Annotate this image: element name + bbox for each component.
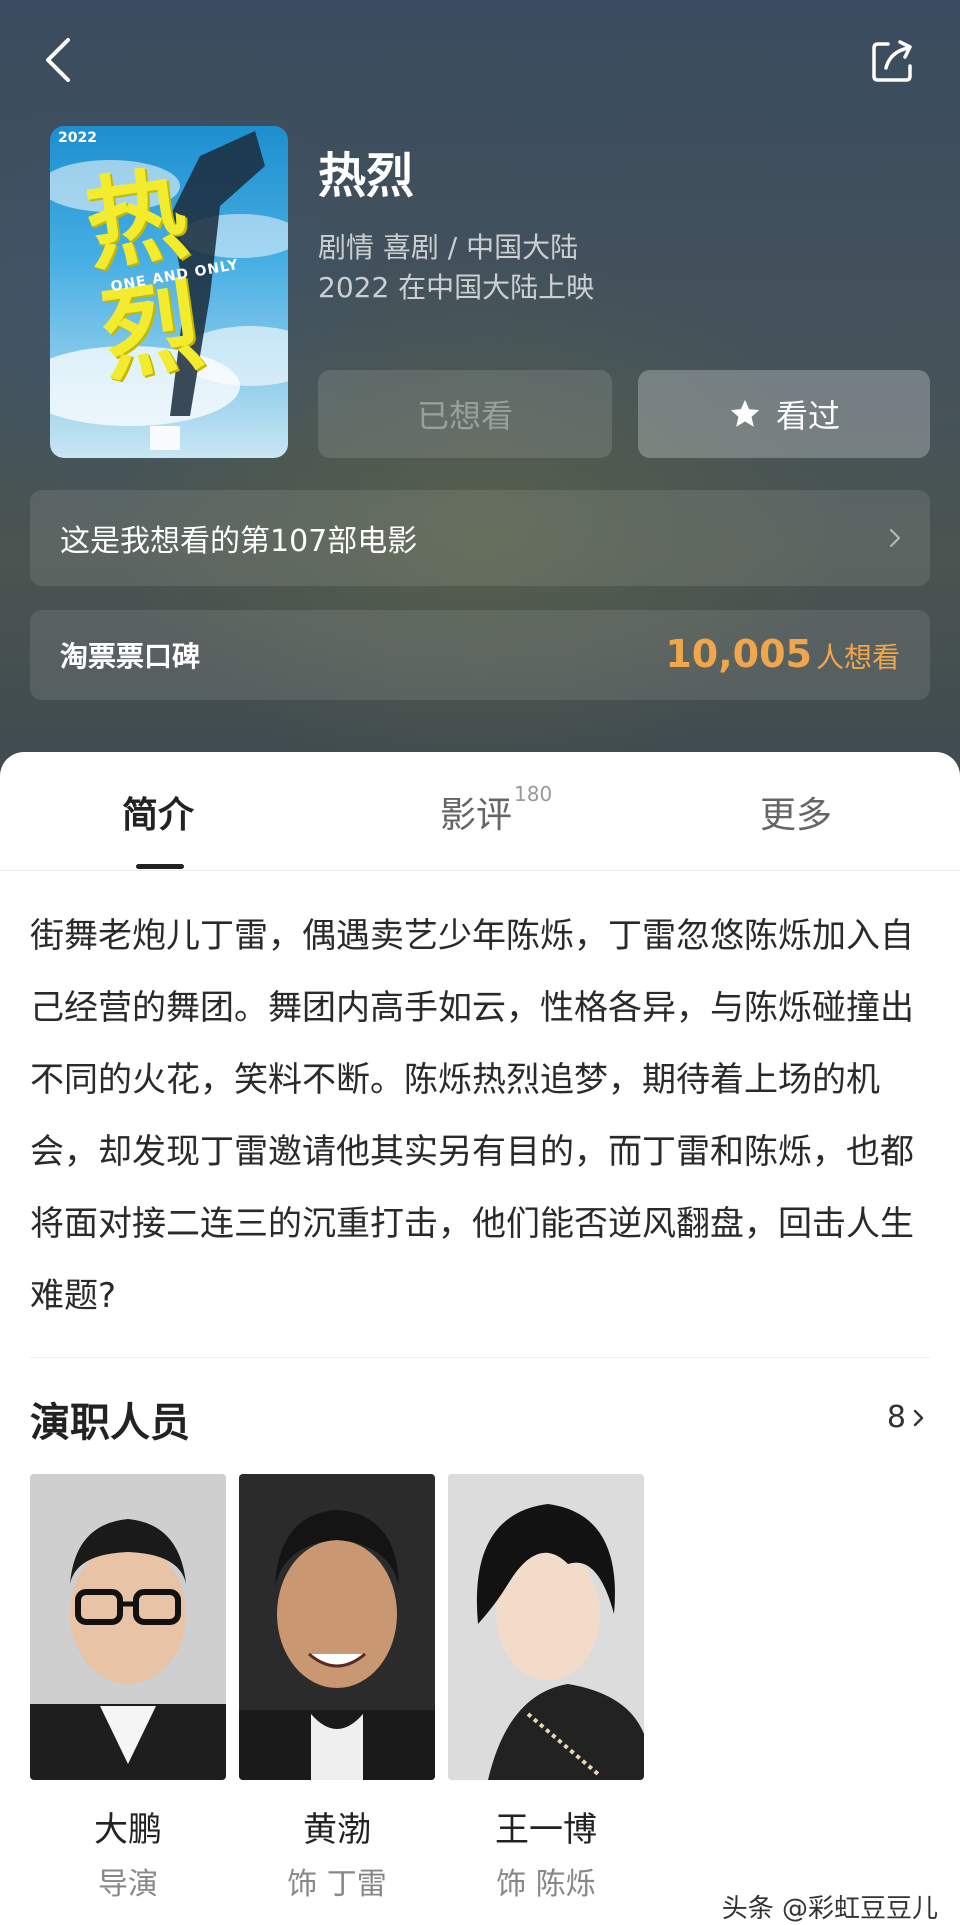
want-to-watch-button[interactable]: 已想看	[318, 370, 612, 458]
cast-name: 黄渤	[303, 1810, 371, 1850]
want-count-unit: 人想看	[815, 641, 900, 674]
movie-release-info: 2022 在中国大陆上映	[318, 271, 595, 304]
cast-count: 8	[886, 1400, 906, 1435]
want-count-number: 10,005	[665, 632, 812, 676]
movie-header: 2022 热烈 ONE AND ONLY 热烈 剧情 喜剧 / 中国大陆 202…	[0, 0, 960, 790]
want-count-note[interactable]: 这是我想看的第107部电影	[30, 490, 930, 586]
tab-reviews-count: 180	[514, 782, 553, 806]
cast-card[interactable]: 黄渤 饰 丁雷	[239, 1474, 435, 1903]
want-count: 10,005 人想看	[665, 632, 900, 676]
cast-role: 饰 陈烁	[496, 1867, 596, 1902]
cast-photo	[239, 1474, 435, 1780]
cast-role: 饰 丁雷	[287, 1867, 387, 1902]
tab-bar: 简介 影评180 更多	[0, 752, 960, 871]
movie-poster[interactable]: 2022 热烈 ONE AND ONLY	[50, 126, 288, 458]
watched-button[interactable]: 看过	[638, 370, 930, 458]
tab-more[interactable]: 更多	[760, 786, 832, 838]
cast-see-all[interactable]: 8	[887, 1400, 926, 1435]
movie-genre-region: 剧情 喜剧 / 中国大陆	[318, 231, 579, 264]
synopsis-text: 街舞老炮儿丁雷，偶遇卖艺少年陈烁，丁雷忽悠陈烁加入自己经营的舞团。舞团内高手如云…	[30, 916, 914, 1316]
share-button[interactable]	[868, 36, 918, 86]
want-to-watch-label: 已想看	[416, 397, 513, 435]
detail-sheet: 简介 影评180 更多 街舞老炮儿丁雷，偶遇卖艺少年陈烁，丁雷忽悠陈烁加入自己经…	[0, 752, 960, 1909]
active-tab-indicator	[136, 864, 184, 869]
back-button[interactable]	[40, 30, 80, 90]
cast-card[interactable]: 王一博 饰 陈烁	[448, 1474, 644, 1903]
cast-photo	[448, 1474, 644, 1780]
want-count-note-text: 这是我想看的第107部电影	[60, 524, 418, 559]
back-arrow-icon	[46, 38, 70, 82]
tab-more-label: 更多	[760, 795, 833, 836]
tab-intro-label: 简介	[122, 795, 195, 836]
watermark: 头条 @彩虹豆豆儿	[721, 1894, 938, 1924]
cast-name: 王一博	[495, 1810, 597, 1850]
cast-photo	[30, 1474, 226, 1780]
tab-reviews-label: 影评	[440, 795, 513, 836]
poster-year: 2022	[58, 130, 97, 146]
cast-section-title: 演职人员	[30, 1400, 190, 1446]
chevron-right-icon	[890, 529, 900, 547]
cast-role: 导演	[98, 1867, 158, 1902]
share-icon	[872, 40, 912, 82]
rating-source-label: 淘票票口碑	[60, 640, 201, 673]
watched-label: 看过	[775, 397, 840, 435]
cast-name: 大鹏	[94, 1810, 162, 1850]
star-icon	[730, 399, 760, 427]
section-divider	[30, 1357, 930, 1358]
tab-reviews[interactable]: 影评180	[440, 782, 552, 838]
tab-intro[interactable]: 简介	[122, 786, 194, 838]
rating-panel[interactable]: 淘票票口碑 10,005 人想看	[30, 610, 930, 700]
chevron-right-icon	[913, 1409, 924, 1426]
movie-title: 热烈	[318, 148, 415, 204]
cast-card[interactable]: 大鹏 导演	[30, 1474, 226, 1903]
